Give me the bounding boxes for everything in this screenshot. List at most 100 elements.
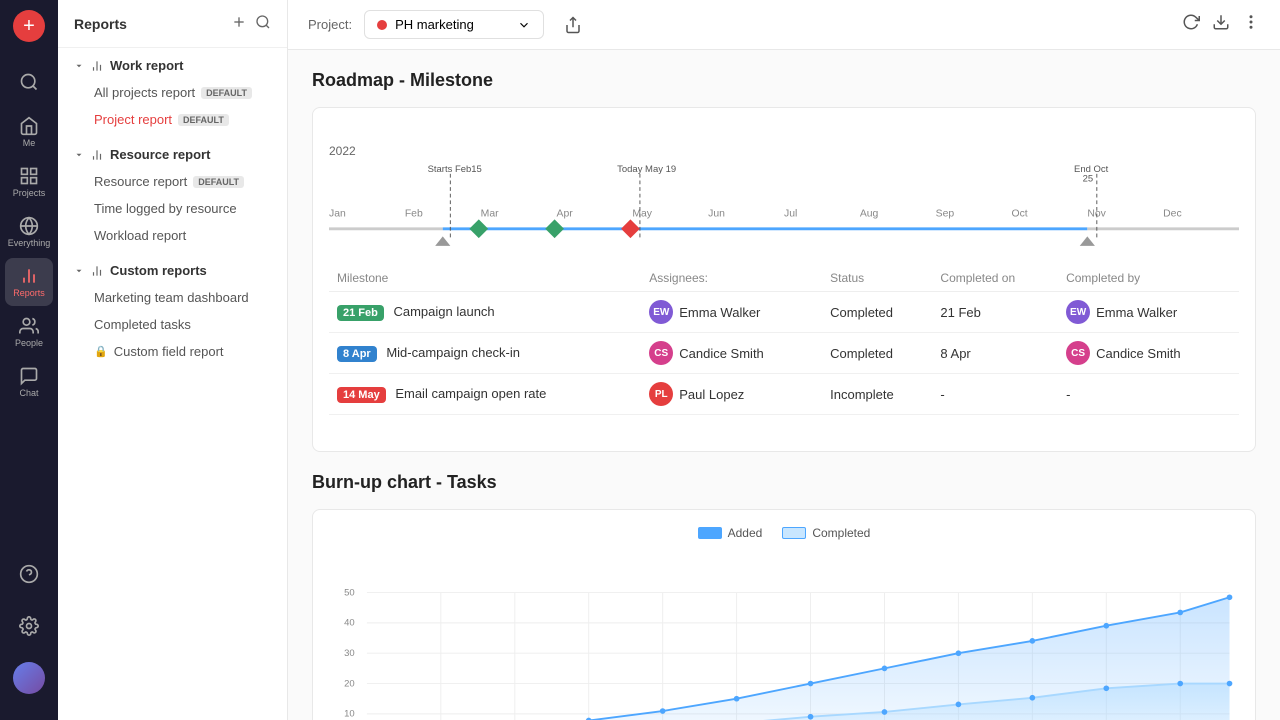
lock-icon: 🔒 bbox=[94, 345, 108, 358]
all-projects-report-item[interactable]: All projects report DEFAULT bbox=[58, 79, 287, 106]
milestone-row-3: 14 May Email campaign open rate PL Paul … bbox=[329, 374, 1239, 415]
custom-reports-section: Custom reports Marketing team dashboard … bbox=[58, 253, 287, 369]
nav-search[interactable] bbox=[5, 58, 53, 106]
topbar-actions bbox=[1182, 13, 1260, 36]
resource-report-item-label: Resource report bbox=[94, 174, 187, 189]
svg-text:Today May 19: Today May 19 bbox=[617, 164, 676, 175]
svg-text:30: 30 bbox=[344, 648, 355, 659]
milestone-2-status: Completed bbox=[822, 333, 932, 374]
svg-text:40: 40 bbox=[344, 618, 355, 629]
milestone-2-completed-by: CS Candice Smith bbox=[1066, 341, 1231, 365]
svg-text:Dec: Dec bbox=[1163, 208, 1182, 219]
project-report-badge: DEFAULT bbox=[178, 114, 229, 126]
nav-avatar[interactable] bbox=[5, 654, 53, 702]
timeline-year: 2022 bbox=[329, 144, 1239, 158]
nav-items-bottom bbox=[5, 550, 53, 710]
add-button[interactable]: + bbox=[13, 10, 45, 42]
nav-help[interactable] bbox=[5, 550, 53, 598]
download-button[interactable] bbox=[1212, 13, 1230, 36]
work-report-section: Work report All projects report DEFAULT … bbox=[58, 48, 287, 137]
svg-text:Oct: Oct bbox=[1011, 208, 1027, 219]
col-completed-by: Completed by bbox=[1058, 265, 1239, 292]
custom-field-report-label: Custom field report bbox=[114, 344, 224, 359]
workload-report-item[interactable]: Workload report bbox=[58, 222, 287, 249]
resource-report-badge: DEFAULT bbox=[193, 176, 244, 188]
more-options-button[interactable] bbox=[1242, 13, 1260, 36]
milestone-1-assignee-avatar: EW bbox=[649, 300, 673, 324]
milestone-3-name: 14 May Email campaign open rate bbox=[329, 374, 641, 415]
all-projects-badge: DEFAULT bbox=[201, 87, 252, 99]
svg-text:Jun: Jun bbox=[708, 208, 725, 219]
nav-projects[interactable]: Projects bbox=[5, 158, 53, 206]
project-selector[interactable]: PH marketing bbox=[364, 10, 544, 39]
burnup-svg: 0 10 20 30 40 50 bbox=[329, 552, 1239, 720]
svg-text:Feb: Feb bbox=[405, 208, 423, 219]
milestone-1-completed-by-avatar: EW bbox=[1066, 300, 1090, 324]
resource-report-header[interactable]: Resource report bbox=[58, 141, 287, 168]
project-name: PH marketing bbox=[395, 17, 474, 32]
work-report-header[interactable]: Work report bbox=[58, 52, 287, 79]
svg-text:May: May bbox=[632, 208, 652, 219]
col-completed-on: Completed on bbox=[932, 265, 1058, 292]
milestone-row-2: 8 Apr Mid-campaign check-in CS Candice S… bbox=[329, 333, 1239, 374]
milestone-2-completed-on: 8 Apr bbox=[932, 333, 1058, 374]
nav-chat[interactable]: Chat bbox=[5, 358, 53, 406]
add-report-button[interactable] bbox=[231, 14, 247, 33]
milestone-1-badge: 21 Feb bbox=[337, 305, 384, 321]
milestone-2-assignee-avatar: CS bbox=[649, 341, 673, 365]
svg-text:10: 10 bbox=[344, 709, 355, 720]
svg-text:20: 20 bbox=[344, 678, 355, 689]
svg-text:Aug: Aug bbox=[860, 208, 879, 219]
legend-added-color bbox=[698, 527, 722, 539]
work-report-label: Work report bbox=[110, 58, 183, 73]
nav-chat-label: Chat bbox=[19, 388, 38, 398]
search-reports-button[interactable] bbox=[255, 14, 271, 33]
icon-navigation: + Me Projects Everything Reports People … bbox=[0, 0, 58, 720]
milestone-1-completed-by: EW Emma Walker bbox=[1066, 300, 1231, 324]
milestone-2-assignee: CS Candice Smith bbox=[649, 341, 814, 365]
col-status: Status bbox=[822, 265, 932, 292]
svg-text:Apr: Apr bbox=[557, 208, 574, 219]
nav-items-top: Me Projects Everything Reports People Ch… bbox=[5, 54, 53, 546]
sidebar-title: Reports bbox=[74, 16, 127, 32]
nav-me-label: Me bbox=[23, 138, 36, 148]
share-button[interactable] bbox=[564, 16, 582, 34]
nav-people[interactable]: People bbox=[5, 308, 53, 356]
legend-added-label: Added bbox=[728, 526, 763, 540]
legend-added: Added bbox=[698, 526, 763, 540]
completed-tasks-item[interactable]: Completed tasks bbox=[58, 311, 287, 338]
col-assignees: Assignees: bbox=[641, 265, 822, 292]
milestone-row-1: 21 Feb Campaign launch EW Emma Walker Co… bbox=[329, 292, 1239, 333]
custom-field-report-item[interactable]: 🔒 Custom field report bbox=[58, 338, 287, 365]
svg-text:25: 25 bbox=[1083, 173, 1094, 184]
nav-everything-label: Everything bbox=[8, 238, 51, 248]
dropdown-chevron-icon bbox=[517, 18, 531, 32]
time-logged-item[interactable]: Time logged by resource bbox=[58, 195, 287, 222]
refresh-button[interactable] bbox=[1182, 13, 1200, 36]
time-logged-label: Time logged by resource bbox=[94, 201, 237, 216]
svg-text:Starts Feb15: Starts Feb15 bbox=[428, 164, 482, 175]
resource-report-item[interactable]: Resource report DEFAULT bbox=[58, 168, 287, 195]
completed-tasks-label: Completed tasks bbox=[94, 317, 191, 332]
legend-completed: Completed bbox=[782, 526, 870, 540]
all-projects-report-label: All projects report bbox=[94, 85, 195, 100]
legend-completed-color bbox=[782, 527, 806, 539]
nav-me[interactable]: Me bbox=[5, 108, 53, 156]
chart-legend: Added Completed bbox=[329, 526, 1239, 540]
content-area: Roadmap - Milestone 2022 Jan Feb Mar Apr… bbox=[288, 50, 1280, 720]
marketing-dashboard-item[interactable]: Marketing team dashboard bbox=[58, 284, 287, 311]
marketing-dashboard-label: Marketing team dashboard bbox=[94, 290, 249, 305]
main-content: Project: PH marketing Roadmap - bbox=[288, 0, 1280, 720]
milestone-1-status: Completed bbox=[822, 292, 932, 333]
milestone-2-name: 8 Apr Mid-campaign check-in bbox=[329, 333, 641, 374]
nav-everything[interactable]: Everything bbox=[5, 208, 53, 256]
nav-settings[interactable] bbox=[5, 602, 53, 650]
milestone-3-status: Incomplete bbox=[822, 374, 932, 415]
custom-reports-header[interactable]: Custom reports bbox=[58, 257, 287, 284]
sidebar: Reports Work report All projects report … bbox=[58, 0, 288, 720]
milestone-3-completed-by: - bbox=[1058, 374, 1239, 415]
sidebar-header: Reports bbox=[58, 0, 287, 48]
nav-reports[interactable]: Reports bbox=[5, 258, 53, 306]
project-report-item[interactable]: Project report DEFAULT bbox=[58, 106, 287, 133]
milestone-1-assignee: EW Emma Walker bbox=[649, 300, 814, 324]
